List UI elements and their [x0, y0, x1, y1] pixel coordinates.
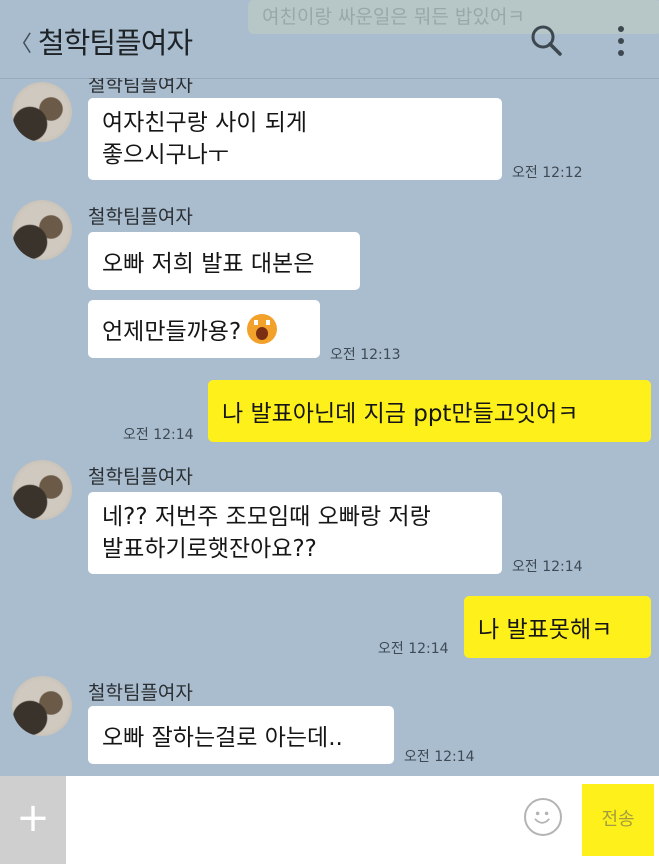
message-time: 오전 12:14: [123, 427, 194, 443]
message-bubble[interactable]: 오빠 잘하는걸로 아는데..: [88, 706, 394, 764]
search-icon[interactable]: [528, 22, 564, 58]
message-time: 오전 12:14: [378, 641, 449, 657]
chat-title: 철학팀플여자: [38, 26, 193, 60]
avatar[interactable]: [12, 460, 72, 520]
message-time: 오전 12:13: [330, 347, 401, 363]
avatar[interactable]: [12, 676, 72, 736]
message-text: 언제만들까용?: [102, 319, 242, 345]
shocked-face-emoji: [247, 314, 278, 344]
chevron-left-icon[interactable]: 〈: [10, 26, 32, 58]
smile-icon[interactable]: [524, 798, 562, 836]
sender-name: 철학팀플여자: [88, 206, 193, 228]
avatar[interactable]: [12, 200, 72, 260]
chat-area[interactable]: 철학팀플여자 여자친구랑 사이 되게 좋으시구나ㅜ 오전 12:12 철학팀플여…: [0, 78, 659, 776]
attach-button[interactable]: +: [0, 776, 66, 864]
message-input[interactable]: [76, 790, 506, 850]
send-button[interactable]: 전송: [582, 784, 654, 856]
sender-name: 철학팀플여자: [88, 682, 193, 704]
notification-preview: 여친이랑 싸운일은 뭐든 밥있어ㅋ: [248, 0, 659, 34]
message-bubble[interactable]: 여자친구랑 사이 되게 좋으시구나ㅜ: [88, 98, 502, 180]
message-time: 오전 12:12: [512, 165, 583, 181]
avatar[interactable]: [12, 82, 72, 142]
message-time: 오전 12:14: [512, 559, 583, 575]
sender-name: 철학팀플여자: [88, 78, 193, 96]
input-bar: + 전송: [0, 776, 659, 864]
message-bubble[interactable]: 언제만들까용?: [88, 300, 320, 358]
sender-name: 철학팀플여자: [88, 466, 193, 488]
chat-header: 여친이랑 싸운일은 뭐든 밥있어ㅋ 〈 철학팀플여자: [0, 0, 659, 79]
message-bubble[interactable]: 네?? 저번주 조모임때 오빠랑 저랑 발표하기로햇잔아요??: [88, 492, 502, 574]
message-time: 오전 12:14: [404, 749, 475, 765]
my-message-bubble[interactable]: 나 발표못해ㅋ: [464, 596, 651, 658]
message-bubble[interactable]: 오빠 저희 발표 대본은: [88, 232, 360, 290]
more-vertical-icon[interactable]: [614, 24, 628, 58]
my-message-bubble[interactable]: 나 발표아닌데 지금 ppt만들고잇어ㅋ: [208, 380, 651, 442]
